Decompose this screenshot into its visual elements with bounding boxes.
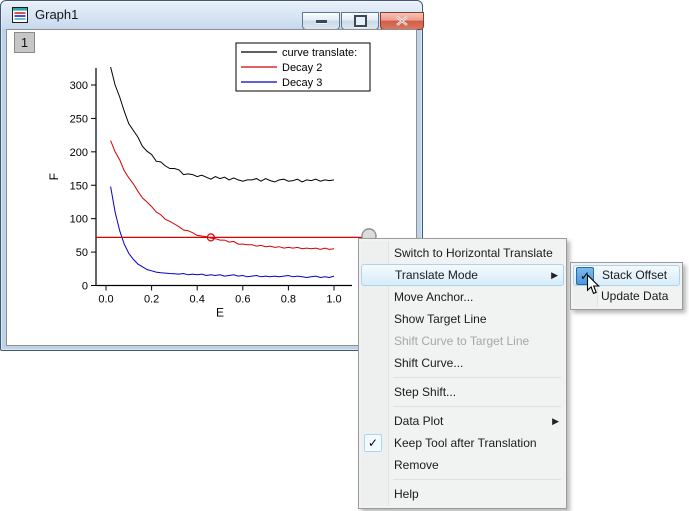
menu-item-label: Update Data bbox=[601, 289, 669, 303]
restore-icon bbox=[353, 15, 367, 27]
legend[interactable]: curve translate: Decay 2 Decay 3 bbox=[235, 42, 371, 92]
y-tick-label: 50 bbox=[76, 247, 88, 259]
menu-item-label: Data Plot bbox=[394, 414, 444, 428]
x-tick-label: 1.0 bbox=[326, 294, 341, 306]
legend-entry-label: Decay 2 bbox=[282, 62, 322, 74]
y-tick-label: 150 bbox=[70, 180, 88, 192]
legend-entry-label: Decay 3 bbox=[282, 77, 322, 89]
mouse-cursor-icon bbox=[586, 274, 600, 295]
menu-item-switch-to-horizontal-translate[interactable]: Switch to Horizontal Translate bbox=[361, 242, 564, 264]
menu-item-translate-mode[interactable]: Translate Mode ▶ bbox=[361, 264, 564, 286]
x-tick-label: 0.0 bbox=[98, 294, 113, 306]
y-tick-label: 200 bbox=[70, 147, 88, 159]
menu-item-label: Remove bbox=[394, 458, 439, 472]
menu-item-label: Translate Mode bbox=[395, 268, 478, 282]
menu-item-keep-tool-after-translation[interactable]: ✓ Keep Tool after Translation bbox=[361, 432, 564, 454]
menu-item-label: Stack Offset bbox=[602, 268, 668, 282]
menu-item-label: Shift Curve... bbox=[394, 356, 464, 370]
menu-item-label: Move Anchor... bbox=[394, 290, 474, 304]
checkmark-icon: ✓ bbox=[364, 434, 382, 452]
menu-item-label: Switch to Horizontal Translate bbox=[394, 246, 553, 260]
title-bar[interactable]: Graph1 bbox=[1, 1, 424, 30]
legend-entry-label: curve translate: bbox=[282, 47, 357, 59]
menu-item-remove[interactable]: Remove bbox=[361, 454, 564, 476]
menu-separator bbox=[393, 377, 561, 378]
x-tick-label: 0.8 bbox=[281, 294, 296, 306]
menu-item-step-shift[interactable]: Step Shift... bbox=[361, 381, 564, 403]
restore-button[interactable] bbox=[341, 12, 379, 30]
menu-item-data-plot[interactable]: Data Plot ▶ bbox=[361, 410, 564, 432]
graph-window-client: 1 0 50 100 150 200 250 300 0.0 0.2 0.4 0.6 0.8 1.0 E F… bbox=[6, 29, 417, 346]
series-line-3[interactable] bbox=[110, 186, 335, 279]
context-menu: Switch to Horizontal Translate Translate… bbox=[358, 238, 567, 509]
menu-item-label: Shift Curve to Target Line bbox=[394, 334, 530, 348]
minimize-button[interactable] bbox=[302, 12, 340, 30]
series-line-2[interactable] bbox=[110, 140, 335, 250]
y-tick-label: 250 bbox=[70, 113, 88, 125]
submenu-arrow-icon: ▶ bbox=[551, 270, 558, 280]
desktop: Graph1 1 0 50 100 150 200 250 300 0.0 0.2 0.4 0.6 0… bbox=[0, 0, 689, 511]
submenu-arrow-icon: ▶ bbox=[552, 416, 559, 426]
y-axis-title: F bbox=[47, 173, 61, 180]
x-tick-label: 0.4 bbox=[190, 294, 205, 306]
close-button[interactable] bbox=[380, 12, 424, 30]
x-tick-label: 0.6 bbox=[235, 294, 250, 306]
x-axis-title: E bbox=[216, 306, 224, 320]
menu-separator bbox=[393, 479, 561, 480]
menu-item-label: Keep Tool after Translation bbox=[394, 436, 537, 450]
minimize-icon bbox=[315, 19, 327, 23]
menu-item-label: Step Shift... bbox=[394, 385, 457, 399]
caption-buttons bbox=[302, 12, 424, 30]
window-title: Graph1 bbox=[35, 7, 79, 22]
menu-item-label: Show Target Line bbox=[394, 312, 487, 326]
y-tick-label: 0 bbox=[82, 281, 88, 293]
y-tick-label: 100 bbox=[70, 214, 88, 226]
menu-item-move-anchor[interactable]: Move Anchor... bbox=[361, 286, 564, 308]
y-tick-label: 300 bbox=[70, 80, 88, 92]
menu-item-label: Help bbox=[394, 487, 419, 501]
x-tick-label: 0.2 bbox=[144, 294, 159, 306]
menu-item-shift-curve[interactable]: Shift Curve... bbox=[361, 352, 564, 374]
menu-separator bbox=[393, 406, 561, 407]
graph-window-icon bbox=[12, 7, 28, 23]
graph-plot[interactable]: 0 50 100 150 200 250 300 0.0 0.2 0.4 0.6 0.8 1.0 E Fcu… bbox=[7, 30, 416, 345]
menu-item-shift-curve-to-target-line: Shift Curve to Target Line bbox=[361, 330, 564, 352]
menu-item-show-target-line[interactable]: Show Target Line bbox=[361, 308, 564, 330]
menu-item-help[interactable]: Help bbox=[361, 483, 564, 505]
close-icon bbox=[396, 16, 408, 26]
